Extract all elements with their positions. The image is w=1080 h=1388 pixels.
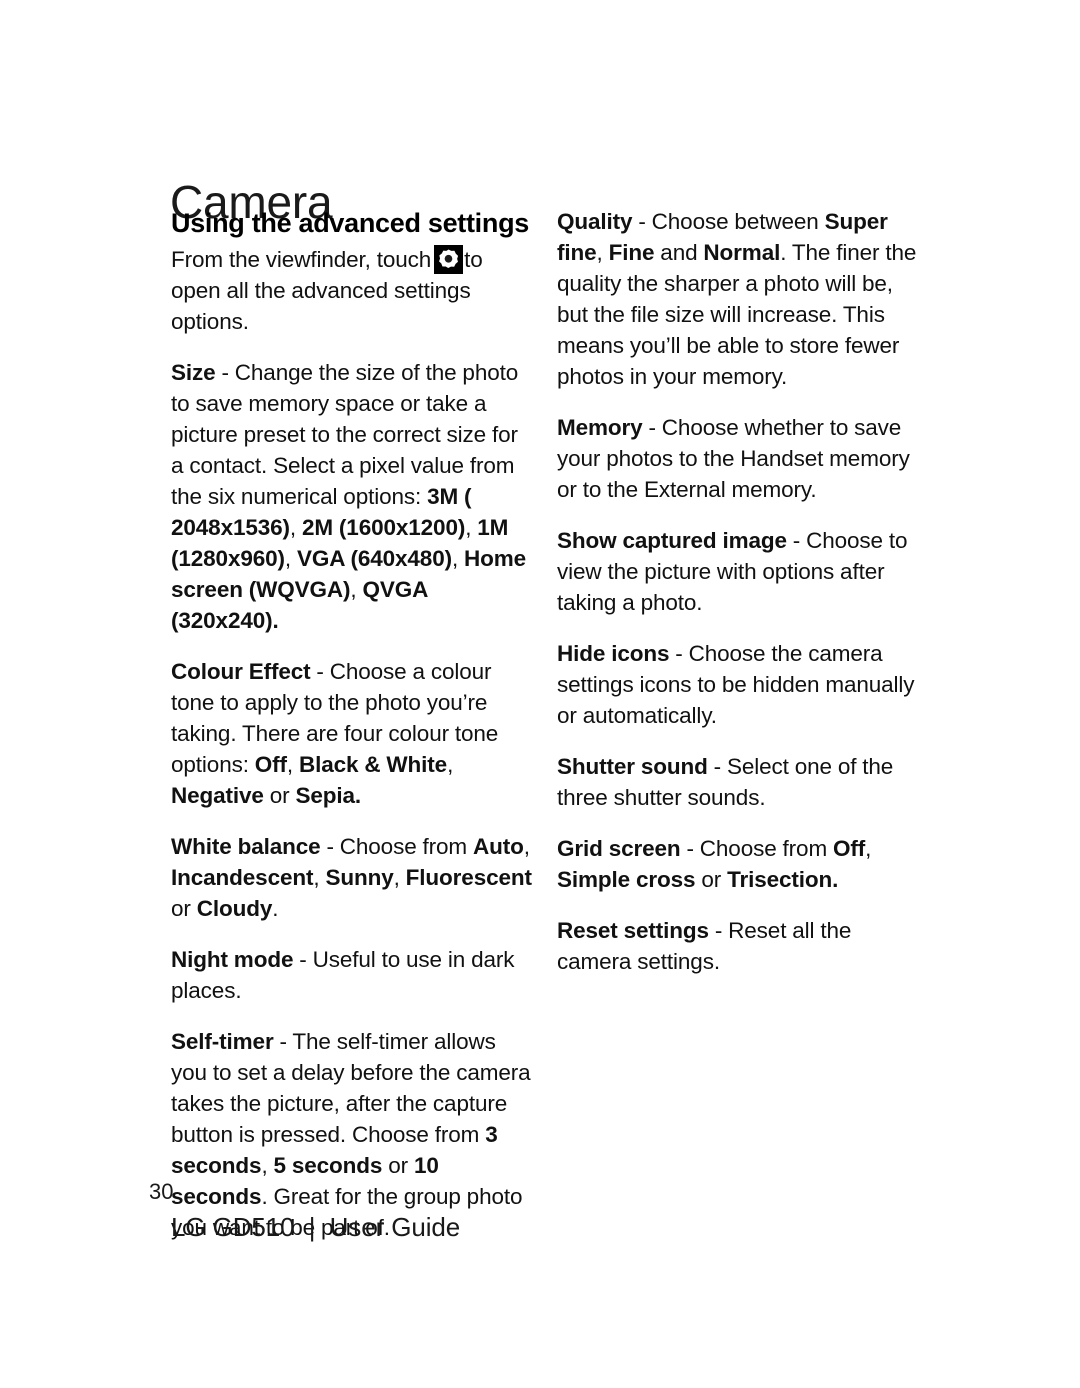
size-sep-2: , (465, 515, 478, 540)
size-sep-3: , (284, 546, 297, 571)
size-option-vga: VGA (640x480) (296, 546, 452, 571)
size-sep-1: , (289, 515, 302, 540)
paragraph-quality: Quality - Choose between Super fine, Fin… (557, 206, 925, 392)
wb-option-auto: Auto (472, 834, 524, 859)
paragraph-night-mode: Night mode - Useful to use in dark place… (171, 944, 533, 1006)
term-hide-icons: Hide icons (557, 641, 670, 666)
gear-settings-icon[interactable] (434, 245, 464, 274)
grid-option-trisection: Trisection (727, 867, 833, 892)
wb-option-fluorescent: Fluorescent (405, 865, 532, 890)
grid-option-simple-cross: Simple cross (557, 867, 696, 892)
term-memory: Memory (557, 415, 643, 440)
colour-option-negative: Negative (171, 783, 264, 808)
section-heading-advanced-settings: Using the advanced settings (171, 208, 529, 238)
paragraph-reset-settings: Reset settings - Reset all the camera se… (557, 915, 925, 977)
colour-option-sepia: Sepia (295, 783, 355, 808)
term-size: Size (171, 360, 216, 385)
size-sep-5: , (350, 577, 363, 602)
page-footer: 30 LG GD510 | User Guide (149, 1178, 849, 1244)
quality-sep-1: , (596, 240, 609, 265)
grid-sep-1: , (865, 836, 872, 861)
grid-end: . (832, 867, 839, 892)
wb-option-cloudy: Cloudy (196, 896, 273, 921)
wb-option-sunny: Sunny (325, 865, 394, 890)
wb-sep-1: , (523, 834, 530, 859)
quality-body-1: - Choose between (638, 209, 825, 234)
quality-option-normal: Normal (703, 240, 781, 265)
term-night-mode: Night mode (171, 947, 294, 972)
colour-sep-1: , (286, 752, 299, 777)
grid-option-off: Off (833, 836, 866, 861)
document-page: Camera Using the advanced settings From … (0, 0, 1080, 1388)
term-self-timer: Self-timer (171, 1029, 274, 1054)
page-number: 30 (149, 1179, 174, 1204)
quality-sep-2: and (654, 240, 704, 265)
paragraph-memory: Memory - Choose whether to save your pho… (557, 412, 925, 505)
timer-sep-2: or (382, 1153, 414, 1178)
term-quality: Quality (557, 209, 639, 234)
size-sep-4: , (451, 546, 465, 571)
grid-sep-2: or (695, 867, 728, 892)
quality-option-fine: Fine (608, 240, 655, 265)
paragraph-white-balance: White balance - Choose from Auto, Incand… (171, 831, 533, 924)
size-end: . (272, 608, 279, 633)
term-show-captured-image: Show captured image (557, 528, 787, 553)
term-white-balance: White balance (171, 834, 321, 859)
paragraph-show-captured-image: Show captured image - Choose to view the… (557, 525, 925, 618)
paragraph-intro: From the viewfinder, touch to open all th… (171, 244, 533, 337)
wb-option-incandescent: Incandescent (171, 865, 314, 890)
term-reset-settings: Reset settings (557, 918, 709, 943)
left-column: Using the advanced settings From the vie… (171, 206, 533, 1243)
footer-guide-label: LG GD510 | User Guide (171, 1212, 461, 1242)
paragraph-size: Size - Change the size of the photo to s… (171, 357, 533, 636)
paragraph-grid-screen: Grid screen - Choose from Off, Simple cr… (557, 833, 925, 895)
grid-screen-body: - Choose from (680, 836, 833, 861)
timer-option-5-seconds: 5 seconds (273, 1153, 383, 1178)
paragraph-hide-icons: Hide icons - Choose the camera settings … (557, 638, 925, 731)
white-balance-body: - Choose from (320, 834, 473, 859)
wb-sep-4: or (171, 896, 197, 921)
paragraph-colour-effect: Colour Effect - Choose a colour tone to … (171, 656, 533, 811)
colour-end: . (354, 783, 362, 808)
colour-sep-3: or (263, 783, 296, 808)
wb-end: . (272, 896, 279, 921)
wb-sep-2: , (313, 865, 326, 890)
wb-sep-3: , (393, 865, 406, 890)
colour-option-off: Off (254, 752, 287, 777)
paragraph-shutter-sound: Shutter sound - Select one of the three … (557, 751, 925, 813)
timer-sep-1: , (261, 1153, 274, 1178)
colour-option-black-and-white: Black & White (298, 752, 448, 777)
term-colour-effect: Colour Effect (171, 659, 311, 684)
term-shutter-sound: Shutter sound (557, 754, 708, 779)
size-option-2m: 2M (1600x1200) (301, 515, 466, 540)
term-grid-screen: Grid screen (557, 836, 681, 861)
intro-text-before-icon: From the viewfinder, touch (171, 247, 432, 272)
colour-sep-2: , (447, 752, 454, 777)
right-column: Quality - Choose between Super fine, Fin… (557, 206, 925, 977)
